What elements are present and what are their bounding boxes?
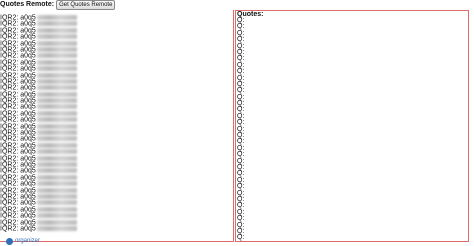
redacted-value	[36, 59, 77, 65]
redacted-value	[36, 34, 77, 40]
redacted-value	[36, 130, 77, 136]
redacted-value	[36, 123, 77, 129]
redacted-value	[36, 91, 77, 97]
remote-results-list: IQR2: a0q5 IQR2: a0q5 IQR2: a0q5 IQR2: a0q5…	[0, 10, 233, 232]
redacted-value	[36, 27, 77, 33]
redacted-value	[36, 110, 77, 116]
redacted-value	[36, 174, 77, 180]
redacted-value	[36, 78, 77, 84]
quote-item: Q:	[237, 234, 245, 242]
redacted-value	[36, 104, 77, 110]
redacted-value	[36, 21, 77, 27]
redacted-value	[36, 219, 77, 225]
quotes-list: Q: Q: Q: Q: Q: Q: Q: Q: Q: Q: Q: Q: Q: Q: Q: Q: Q: Q: Q: Q:…	[236, 17, 468, 242]
list-item-label: IQR2: a0q5	[0, 225, 36, 233]
redacted-value	[36, 98, 77, 104]
organizer-logo-text: organizer	[15, 238, 41, 244]
redacted-value	[36, 225, 77, 231]
redacted-value	[36, 136, 77, 142]
redacted-value	[36, 72, 77, 78]
redacted-value	[36, 40, 77, 46]
remote-results-panel: IQR2: a0q5 IQR2: a0q5 IQR2: a0q5 IQR2: a0q5…	[0, 10, 234, 242]
redacted-value	[36, 200, 77, 206]
get-quotes-remote-button[interactable]: Get Quotes Remote	[56, 0, 116, 10]
redacted-value	[36, 206, 77, 212]
redacted-value	[36, 155, 77, 161]
redacted-value	[36, 193, 77, 199]
redacted-value	[36, 15, 77, 20]
redacted-value	[36, 142, 77, 148]
list-item: IQR2: a0q5	[0, 225, 233, 233]
redacted-value	[36, 181, 77, 187]
quotes-remote-label: Quotes Remote:	[0, 1, 55, 8]
redacted-value	[36, 168, 77, 174]
redacted-value	[36, 66, 77, 72]
redacted-value	[36, 161, 77, 167]
redacted-value	[36, 149, 77, 155]
redacted-value	[36, 187, 77, 193]
redacted-value	[36, 213, 77, 219]
redacted-value	[36, 117, 77, 123]
quotes-panel-title: Quotes:	[237, 11, 264, 18]
quotes-panel: Quotes: Q: Q: Q: Q: Q: Q: Q: Q: Q: Q: Q: Q: Q: Q: Q: Q:…	[235, 10, 469, 242]
toolbar: Quotes Remote: Get Quotes Remote	[0, 0, 116, 10]
redacted-value	[36, 85, 77, 91]
organizer-logo-icon	[6, 237, 13, 245]
redacted-value	[36, 53, 77, 59]
redacted-value	[36, 46, 77, 52]
organizer-logo: organizer	[6, 236, 40, 246]
